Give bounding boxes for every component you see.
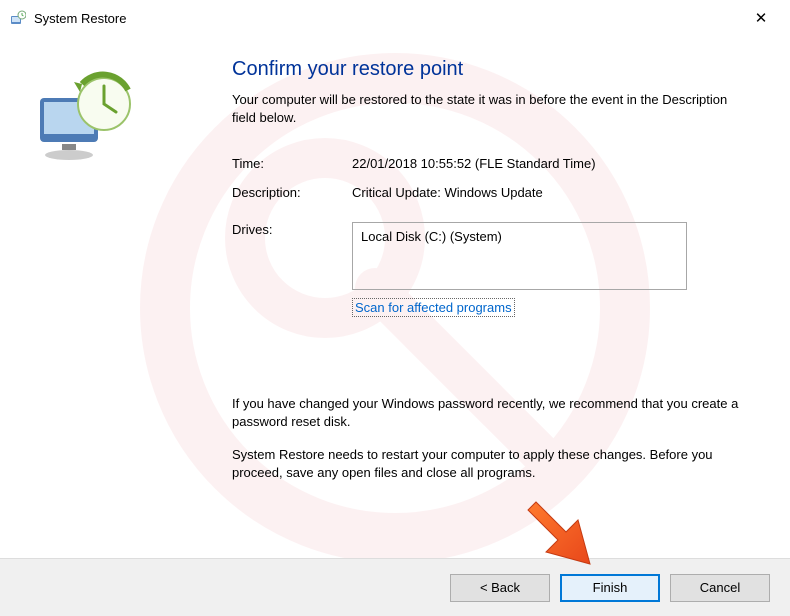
titlebar: System Restore ✕: [0, 0, 790, 36]
drives-item[interactable]: Local Disk (C:) (System): [361, 229, 678, 244]
window-title: System Restore: [34, 11, 738, 26]
restart-note-text: System Restore needs to restart your com…: [232, 446, 754, 481]
intro-text: Your computer will be restored to the st…: [232, 91, 754, 126]
cancel-button[interactable]: Cancel: [670, 574, 770, 602]
finish-button[interactable]: Finish: [560, 574, 660, 602]
restore-title-icon: [10, 10, 26, 26]
password-note-text: If you have changed your Windows passwor…: [232, 395, 754, 430]
back-button[interactable]: < Back: [450, 574, 550, 602]
description-value: Critical Update: Windows Update: [352, 185, 754, 200]
page-heading: Confirm your restore point: [232, 58, 754, 81]
time-label: Time:: [232, 156, 352, 171]
drives-listbox[interactable]: Local Disk (C:) (System): [352, 222, 687, 290]
time-value: 22/01/2018 10:55:52 (FLE Standard Time): [352, 156, 754, 171]
footer-button-bar: < Back Finish Cancel: [0, 558, 790, 616]
system-restore-icon: [32, 70, 142, 170]
scan-affected-programs-link[interactable]: Scan for affected programs: [352, 298, 515, 317]
drives-label: Drives:: [232, 222, 352, 237]
close-icon: ✕: [755, 9, 768, 27]
description-label: Description:: [232, 185, 352, 200]
close-button[interactable]: ✕: [738, 3, 784, 33]
